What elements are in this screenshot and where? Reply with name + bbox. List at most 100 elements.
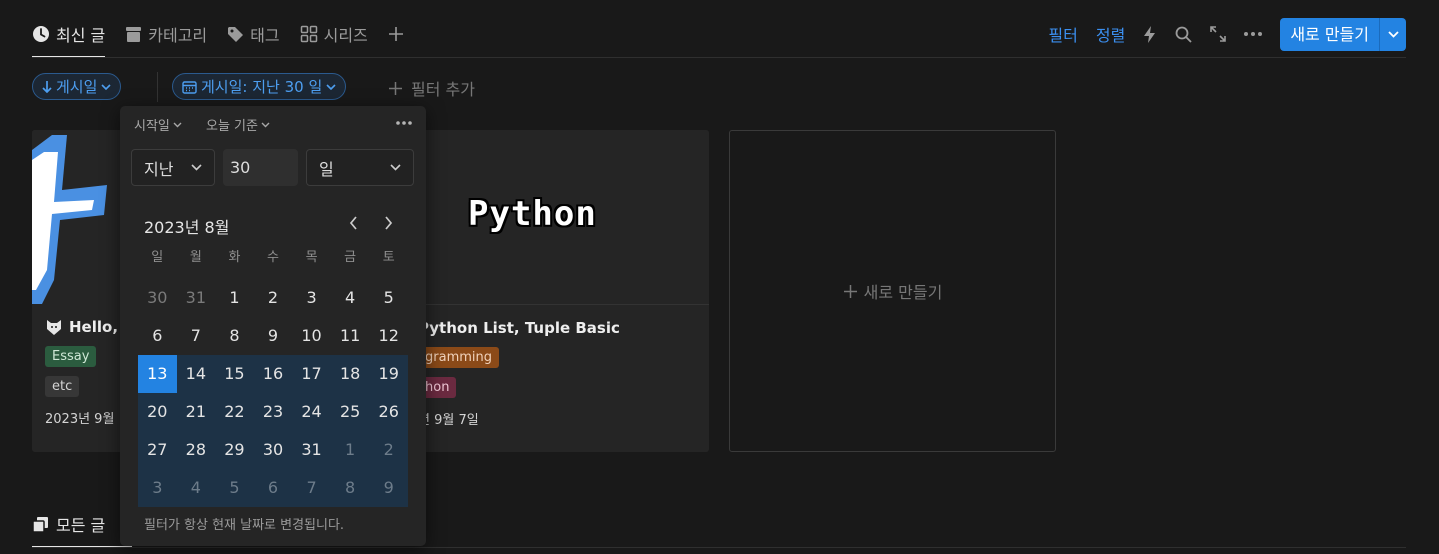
tab-label: 태그 — [250, 26, 280, 45]
calendar-day[interactable]: 1 — [330, 431, 370, 469]
prev-month-button[interactable] — [349, 216, 358, 230]
tab-tags[interactable]: 태그 — [227, 14, 280, 54]
post-card[interactable]: Python Python List, Tuple Basic gramming… — [400, 130, 709, 452]
tab-latest[interactable]: 최신 글 — [32, 14, 106, 58]
next-month-button[interactable] — [384, 216, 393, 230]
calendar-day[interactable]: 19 — [369, 355, 408, 393]
weekday-label: 화 — [228, 250, 241, 265]
calendar-day-start[interactable]: 13 — [138, 355, 177, 393]
view-tabs: 최신 글 카테고리 태그 시리즈 — [32, 14, 424, 58]
calendar-day[interactable]: 6 — [253, 469, 293, 507]
chevron-down-icon — [261, 122, 270, 127]
calendar-day[interactable]: 24 — [292, 393, 331, 431]
calendar-day[interactable]: 3 — [292, 279, 331, 317]
divider — [157, 72, 158, 102]
calendar-day[interactable]: 3 — [138, 469, 177, 507]
more-icon — [1244, 32, 1263, 36]
calendar-day[interactable]: 31 — [177, 279, 216, 317]
chevron-down-icon — [326, 83, 336, 90]
chevron-left-icon — [349, 216, 357, 230]
unit-value: 일 — [319, 159, 334, 179]
amount-input[interactable]: 30 — [223, 149, 298, 186]
calendar-day[interactable]: 7 — [177, 317, 216, 355]
tab-label: 카테고리 — [148, 26, 208, 45]
popup-more-button[interactable] — [396, 121, 412, 125]
calendar-day[interactable]: 29 — [215, 431, 254, 469]
calendar-day[interactable]: 11 — [331, 317, 370, 355]
calendar-day[interactable]: 17 — [292, 355, 331, 393]
calendar-day[interactable]: 26 — [369, 393, 408, 431]
divider — [32, 547, 1406, 548]
calendar-day[interactable]: 16 — [253, 355, 293, 393]
filter-button[interactable]: 필터 — [1048, 22, 1077, 46]
amount-value: 30 — [230, 158, 251, 177]
more-button[interactable] — [1244, 32, 1263, 36]
plus-icon — [843, 284, 857, 298]
card-cover: Python — [400, 130, 709, 305]
tab-all-posts[interactable]: 모든 글 — [32, 512, 105, 536]
popup-footer-note: 필터가 항상 현재 날짜로 변경됩니다. — [144, 518, 345, 533]
arrow-down-icon — [42, 81, 52, 93]
calendar-day[interactable]: 27 — [138, 431, 177, 469]
tab-categories[interactable]: 카테고리 — [125, 14, 207, 54]
chevron-right-icon — [385, 216, 393, 230]
calendar-day[interactable]: 7 — [292, 469, 331, 507]
calendar-day[interactable]: 12 — [369, 317, 408, 355]
chevron-down-icon — [390, 164, 401, 171]
calendar-day[interactable]: 30 — [253, 431, 293, 469]
calendar-day[interactable]: 4 — [331, 279, 370, 317]
new-button[interactable]: 새로 만들기 — [1280, 18, 1379, 51]
relative-dropdown[interactable]: 오늘 기준 — [206, 115, 270, 134]
calendar-day[interactable]: 23 — [253, 393, 293, 431]
unit-select[interactable]: 일 — [306, 149, 414, 186]
add-filter-button[interactable]: 필터 추가 — [388, 76, 475, 100]
calendar-day[interactable]: 10 — [292, 317, 331, 355]
calendar-day[interactable]: 2 — [254, 279, 293, 317]
chevron-down-icon — [1387, 30, 1399, 38]
calendar-day[interactable]: 18 — [330, 355, 370, 393]
sort-button[interactable]: 정렬 — [1096, 22, 1125, 46]
new-card-button[interactable]: 새로 만들기 — [729, 130, 1056, 452]
calendar-day[interactable]: 4 — [176, 469, 216, 507]
calendar-day[interactable]: 14 — [176, 355, 216, 393]
plus-icon — [388, 27, 403, 41]
toolbar: 필터 정렬 새로 만들기 — [1030, 17, 1406, 51]
more-icon — [396, 121, 412, 125]
calendar-day[interactable]: 6 — [138, 317, 177, 355]
calendar-day[interactable]: 8 — [215, 317, 254, 355]
calendar-day[interactable]: 20 — [138, 393, 177, 431]
calendar-day[interactable]: 8 — [330, 469, 370, 507]
sort-chip[interactable]: 게시일 — [32, 73, 122, 100]
add-view-button[interactable] — [388, 14, 404, 54]
calendar-day[interactable]: 30 — [138, 279, 177, 317]
calendar-day[interactable]: 31 — [292, 431, 331, 469]
calendar-day[interactable]: 5 — [215, 469, 254, 507]
calendar-day[interactable]: 9 — [369, 469, 408, 507]
tab-label: 모든 글 — [56, 516, 106, 535]
search-button[interactable] — [1175, 26, 1192, 43]
date-mode-dropdown[interactable]: 시작일 — [134, 115, 182, 134]
calendar-day[interactable]: 9 — [254, 317, 293, 355]
date-filter-label: 게시일: 지난 30 일 — [201, 78, 323, 96]
direction-value: 지난 — [144, 159, 174, 179]
calendar-day[interactable]: 15 — [215, 355, 254, 393]
calendar-day[interactable]: 25 — [330, 393, 370, 431]
card-body: Python List, Tuple Basic gramming hon 년 … — [400, 305, 709, 428]
expand-button[interactable] — [1210, 26, 1227, 42]
sort-chip-label: 게시일 — [56, 78, 98, 96]
date-filter-chip[interactable]: 게시일: 지난 30 일 — [172, 73, 347, 100]
calendar-day[interactable]: 2 — [369, 431, 408, 469]
new-options-button[interactable] — [1379, 17, 1406, 51]
calendar-day[interactable]: 22 — [215, 393, 254, 431]
chevron-down-icon — [191, 164, 202, 171]
calendar-day[interactable]: 5 — [369, 279, 408, 317]
calendar-day[interactable]: 28 — [176, 431, 216, 469]
automation-button[interactable] — [1143, 25, 1157, 43]
weekday-label: 일 — [151, 250, 164, 265]
card-title: Hello, — [69, 318, 119, 336]
calendar-day[interactable]: 1 — [215, 279, 254, 317]
tag-badge: Essay — [45, 346, 97, 367]
calendar-day[interactable]: 21 — [176, 393, 216, 431]
direction-select[interactable]: 지난 — [131, 149, 215, 186]
tab-series[interactable]: 시리즈 — [300, 14, 368, 54]
